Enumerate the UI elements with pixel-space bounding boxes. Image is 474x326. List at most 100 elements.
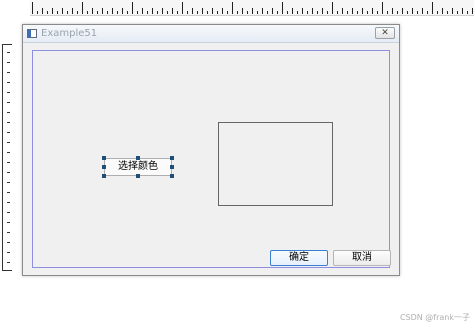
- ruler-tick: [177, 11, 178, 14]
- ruler-tick: [32, 2, 33, 14]
- ruler-tick: [322, 8, 323, 14]
- ruler-tick: [62, 8, 63, 14]
- close-icon: ✕: [381, 28, 389, 38]
- ruler-tick: [327, 11, 328, 14]
- window-title: Example51: [41, 28, 98, 39]
- window-app-icon: [27, 29, 37, 38]
- ruler-tick: [432, 2, 433, 14]
- ruler-tick: [277, 11, 278, 14]
- ruler-tick: [7, 152, 10, 153]
- ruler-tick: [332, 2, 333, 14]
- ruler-tick: [72, 8, 73, 14]
- ruler-tick: [92, 8, 93, 14]
- ruler-tick: [127, 11, 128, 14]
- ruler-tick: [52, 8, 53, 14]
- window-close-button[interactable]: ✕: [375, 27, 395, 39]
- ruler-tick: [352, 8, 353, 14]
- ruler-tick: [7, 202, 10, 203]
- ruler-tick: [107, 11, 108, 14]
- ruler-tick: [232, 2, 233, 14]
- ruler-tick: [57, 11, 58, 14]
- ruler-tick: [247, 11, 248, 14]
- ruler-tick: [407, 11, 408, 14]
- ruler-tick: [7, 142, 10, 143]
- ruler-tick: [222, 8, 223, 14]
- ruler-tick: [7, 112, 10, 113]
- ruler-tick: [262, 8, 263, 14]
- selection-handle-bottom-left[interactable]: [102, 174, 106, 178]
- ruler-tick: [347, 11, 348, 14]
- ruler-tick: [297, 11, 298, 14]
- ruler-tick: [237, 11, 238, 14]
- ruler-tick: [467, 11, 468, 14]
- ruler-tick: [42, 8, 43, 14]
- ruler-tick: [7, 132, 10, 133]
- ruler-bracket-top: [2, 44, 12, 45]
- color-display-frame[interactable]: [218, 122, 333, 206]
- ruler-tick: [402, 8, 403, 14]
- ruler-tick: [7, 82, 10, 83]
- ruler-tick: [132, 2, 133, 14]
- cancel-button[interactable]: 取消: [333, 250, 391, 266]
- ruler-tick: [172, 8, 173, 14]
- ruler-tick: [7, 72, 10, 73]
- ruler-tick: [292, 8, 293, 14]
- ruler-tick: [207, 11, 208, 14]
- ruler-tick: [147, 11, 148, 14]
- ruler-bracket-line: [2, 44, 3, 270]
- layout-frame: [32, 50, 390, 268]
- ruler-tick: [272, 8, 273, 14]
- ruler-tick: [7, 52, 10, 53]
- ruler-tick: [7, 172, 10, 173]
- ruler-tick: [167, 11, 168, 14]
- ruler-tick: [187, 11, 188, 14]
- ruler-tick: [7, 162, 10, 163]
- selection-handle-top[interactable]: [136, 156, 140, 160]
- ruler-tick: [227, 11, 228, 14]
- vertical-ruler: [0, 38, 16, 276]
- ruler-tick: [37, 11, 38, 14]
- ruler-tick: [117, 11, 118, 14]
- ruler-tick: [47, 11, 48, 14]
- ruler-tick: [242, 8, 243, 14]
- selection-handle-bottom[interactable]: [136, 174, 140, 178]
- ruler-tick: [7, 192, 10, 193]
- ruler-tick: [7, 222, 10, 223]
- ruler-tick: [372, 8, 373, 14]
- ruler-tick: [397, 11, 398, 14]
- ruler-tick: [192, 8, 193, 14]
- ruler-tick: [197, 11, 198, 14]
- selection-handle-right[interactable]: [170, 165, 174, 169]
- ruler-tick: [212, 8, 213, 14]
- ruler-tick: [77, 11, 78, 14]
- ruler-tick: [267, 11, 268, 14]
- ruler-tick: [7, 252, 10, 253]
- ruler-tick: [142, 8, 143, 14]
- ruler-tick: [137, 11, 138, 14]
- ruler-tick: [87, 11, 88, 14]
- ruler-tick: [427, 11, 428, 14]
- ruler-tick: [462, 8, 463, 14]
- selection-handle-top-left[interactable]: [102, 156, 106, 160]
- ruler-tick: [442, 8, 443, 14]
- ruler-tick: [112, 8, 113, 14]
- ok-button[interactable]: 确定: [270, 250, 328, 266]
- ruler-tick: [182, 2, 183, 14]
- ruler-tick: [287, 11, 288, 14]
- selection-handle-left[interactable]: [102, 165, 106, 169]
- ruler-tick: [417, 11, 418, 14]
- selection-handle-bottom-right[interactable]: [170, 174, 174, 178]
- ruler-tick: [7, 62, 10, 63]
- ruler-tick: [7, 232, 10, 233]
- ruler-tick: [457, 11, 458, 14]
- selection-handle-top-right[interactable]: [170, 156, 174, 160]
- ruler-tick: [252, 8, 253, 14]
- form-window[interactable]: Example51 ✕ 选择颜色 确定 取消: [22, 24, 400, 276]
- window-titlebar[interactable]: Example51 ✕: [23, 25, 399, 43]
- ruler-tick: [7, 102, 10, 103]
- ruler-tick: [217, 11, 218, 14]
- ruler-tick: [317, 11, 318, 14]
- ruler-tick: [7, 182, 10, 183]
- ruler-tick: [312, 8, 313, 14]
- ruler-tick: [282, 2, 283, 14]
